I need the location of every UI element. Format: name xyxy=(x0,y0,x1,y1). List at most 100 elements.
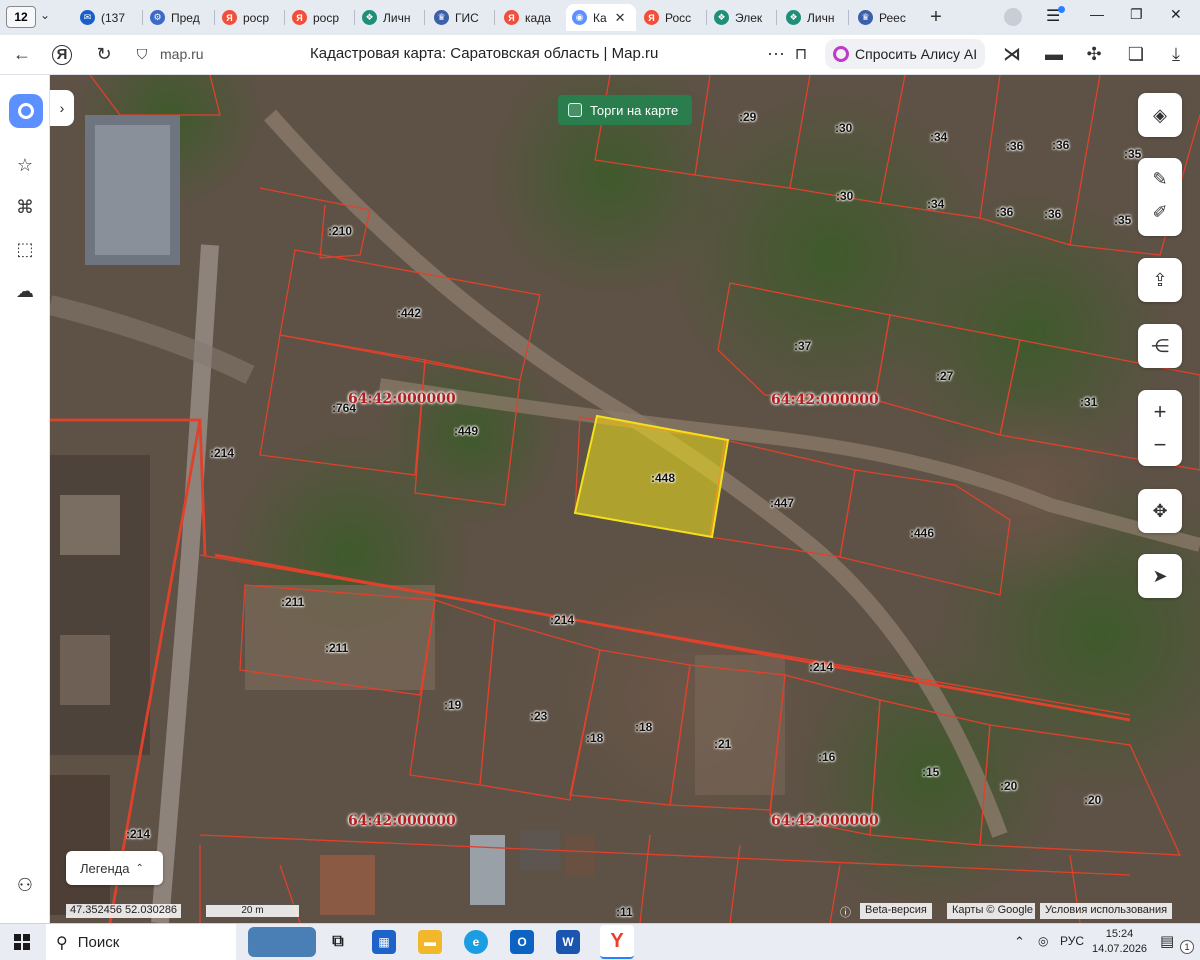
cloud-icon[interactable]: ☁ xyxy=(13,281,37,302)
collections-icon[interactable]: ❏ xyxy=(1124,44,1148,65)
tab-active[interactable]: ◉ Ка ✕ xyxy=(566,4,636,31)
parcel-label[interactable]: :446 xyxy=(910,526,934,540)
taskbar-search[interactable]: ⚲ Поиск xyxy=(46,924,236,960)
info-icon[interactable]: ⓘ xyxy=(835,903,856,919)
chevron-up-icon[interactable]: ⌃ xyxy=(1014,934,1025,950)
quarter-label[interactable]: 64:42:000000 xyxy=(771,813,879,829)
download-icon[interactable]: ⤓ xyxy=(1164,44,1188,65)
chevron-down-icon[interactable]: ⌄ xyxy=(40,8,50,22)
tab-item[interactable]: ❖ Личн xyxy=(786,4,848,31)
parcel-label[interactable]: :31 xyxy=(1080,395,1097,409)
extension-k-icon[interactable]: ⋊ xyxy=(1000,44,1024,65)
tab-mail[interactable]: ✉ (137 xyxy=(80,4,142,31)
page-title[interactable]: Кадастровая карта: Саратовская область |… xyxy=(310,45,658,62)
select-area-icon[interactable]: ⬚ xyxy=(13,239,37,260)
close-window-icon[interactable]: ✕ xyxy=(1170,6,1182,23)
parcel-label[interactable]: :35 xyxy=(1114,213,1131,227)
new-tab-button[interactable]: + xyxy=(925,6,947,28)
locate-button[interactable]: ➤ xyxy=(1138,554,1182,598)
parcel-label[interactable]: :19 xyxy=(444,698,461,712)
parcel-label[interactable]: :34 xyxy=(927,197,944,211)
more-icon[interactable]: ··· xyxy=(764,43,788,64)
parcel-label[interactable]: :27 xyxy=(936,369,953,383)
parcel-label[interactable]: :214 xyxy=(809,660,833,674)
tab-count-button[interactable]: 12 xyxy=(6,6,36,28)
edge-icon[interactable]: e xyxy=(464,930,488,954)
windows-start-icon[interactable] xyxy=(14,934,30,950)
parcel-label[interactable]: :37 xyxy=(794,339,811,353)
maps-logo-button[interactable] xyxy=(9,94,43,128)
parcel-label[interactable]: :29 xyxy=(739,110,756,124)
parcel-label[interactable]: :211 xyxy=(281,595,304,609)
tab-item[interactable]: ⚙ Пред xyxy=(150,4,212,31)
task-view-icon[interactable]: ⧉ xyxy=(326,930,350,954)
network-icon[interactable]: ◎ xyxy=(1038,934,1048,948)
parcel-label-selected[interactable]: :448 xyxy=(651,471,675,485)
word-icon[interactable]: W xyxy=(556,930,580,954)
tab-item[interactable]: ❖ Элек xyxy=(714,4,776,31)
terms-link[interactable]: Условия использования xyxy=(1040,903,1173,919)
store-icon[interactable]: ▦ xyxy=(372,930,396,954)
parcel-label[interactable]: :21 xyxy=(714,737,731,751)
yandex-browser-icon[interactable]: Y xyxy=(600,925,634,959)
parcel-label[interactable]: :18 xyxy=(635,720,652,734)
restore-icon[interactable]: ❐ xyxy=(1130,6,1143,23)
yandex-logo-icon[interactable]: Я xyxy=(52,45,72,65)
legend-button[interactable]: Легенда ⌃ xyxy=(66,851,163,885)
quarter-label[interactable]: 64:42:000000 xyxy=(771,392,879,408)
minimize-icon[interactable]: — xyxy=(1090,6,1104,22)
url-domain[interactable]: map.ru xyxy=(160,46,204,62)
profile-icon[interactable] xyxy=(1004,8,1022,26)
bookmark-icon[interactable]: ⊓ xyxy=(789,44,813,64)
parcel-label[interactable]: :16 xyxy=(818,750,835,764)
parcel-label[interactable]: :214 xyxy=(126,827,150,841)
edit-icon[interactable]: ✐ xyxy=(1138,196,1182,229)
close-icon[interactable]: ✕ xyxy=(615,10,626,26)
move-button[interactable]: ✥ xyxy=(1138,489,1182,533)
file-explorer-icon[interactable]: ▬ xyxy=(418,930,442,954)
auctions-toggle[interactable]: Торги на карте xyxy=(558,95,692,125)
zoom-in-icon[interactable]: + xyxy=(1138,395,1182,428)
parcel-label[interactable]: :11 xyxy=(616,905,633,919)
parcel-label[interactable]: :23 xyxy=(530,709,547,723)
tab-item[interactable]: ♛ Реес xyxy=(858,4,920,31)
puzzle-icon[interactable]: ✣ xyxy=(1082,44,1106,65)
layers-button[interactable]: ◈ xyxy=(1138,93,1182,137)
outlook-icon[interactable]: O xyxy=(510,930,534,954)
route-icon[interactable]: ⌘ xyxy=(13,197,37,218)
site-info-icon[interactable]: ⛉ xyxy=(130,46,154,63)
notifications-icon[interactable]: ▤ xyxy=(1160,932,1174,950)
star-icon[interactable]: ☆ xyxy=(13,155,37,176)
expand-panel-button[interactable]: › xyxy=(50,90,74,126)
parcel-label[interactable]: :36 xyxy=(1006,139,1023,153)
parcel-label[interactable]: :20 xyxy=(1084,793,1101,807)
quarter-label[interactable]: 64:42:000000 xyxy=(348,813,456,829)
back-arrow-icon[interactable]: ← xyxy=(10,44,34,65)
extension-icon[interactable]: ▬ xyxy=(1042,44,1066,65)
parcel-label[interactable]: :36 xyxy=(1044,207,1061,221)
clock[interactable]: 15:24 14.07.2026 xyxy=(1092,927,1147,957)
parcel-label[interactable]: :35 xyxy=(1124,147,1141,161)
checkbox[interactable] xyxy=(568,103,582,117)
parcel-label[interactable]: :211 xyxy=(325,641,348,655)
ruler-icon[interactable]: ✎ xyxy=(1138,163,1182,196)
language-indicator[interactable]: РУС xyxy=(1060,934,1084,948)
tab-item[interactable]: ♛ ГИС xyxy=(434,4,496,31)
tab-item[interactable]: ❖ Личн xyxy=(362,4,424,31)
zoom-out-icon[interactable]: − xyxy=(1138,428,1182,461)
quarter-label[interactable]: 64:42:000000 xyxy=(348,391,456,407)
tab-item[interactable]: Яроср xyxy=(292,4,354,31)
parcel-label[interactable]: :447 xyxy=(770,496,794,510)
ask-alice-button[interactable]: Спросить Алису AI xyxy=(825,39,985,69)
parcel-label[interactable]: :214 xyxy=(210,446,234,460)
reload-icon[interactable]: ↻ xyxy=(92,44,116,65)
parcel-label[interactable]: :36 xyxy=(996,205,1013,219)
tab-item[interactable]: Я Росс xyxy=(644,4,706,31)
parcel-label[interactable]: :30 xyxy=(835,121,852,135)
map-canvas[interactable]: :29 :30 :30 :34 :34 :36 :36 :36 :36 :35 … xyxy=(50,75,1200,923)
tab-item[interactable]: Якада xyxy=(504,4,564,31)
parcel-label[interactable]: :34 xyxy=(930,130,947,144)
share-button[interactable]: ⋲ xyxy=(1138,324,1182,368)
parcel-label[interactable]: :30 xyxy=(836,189,853,203)
parcel-label[interactable]: :210 xyxy=(328,224,352,238)
